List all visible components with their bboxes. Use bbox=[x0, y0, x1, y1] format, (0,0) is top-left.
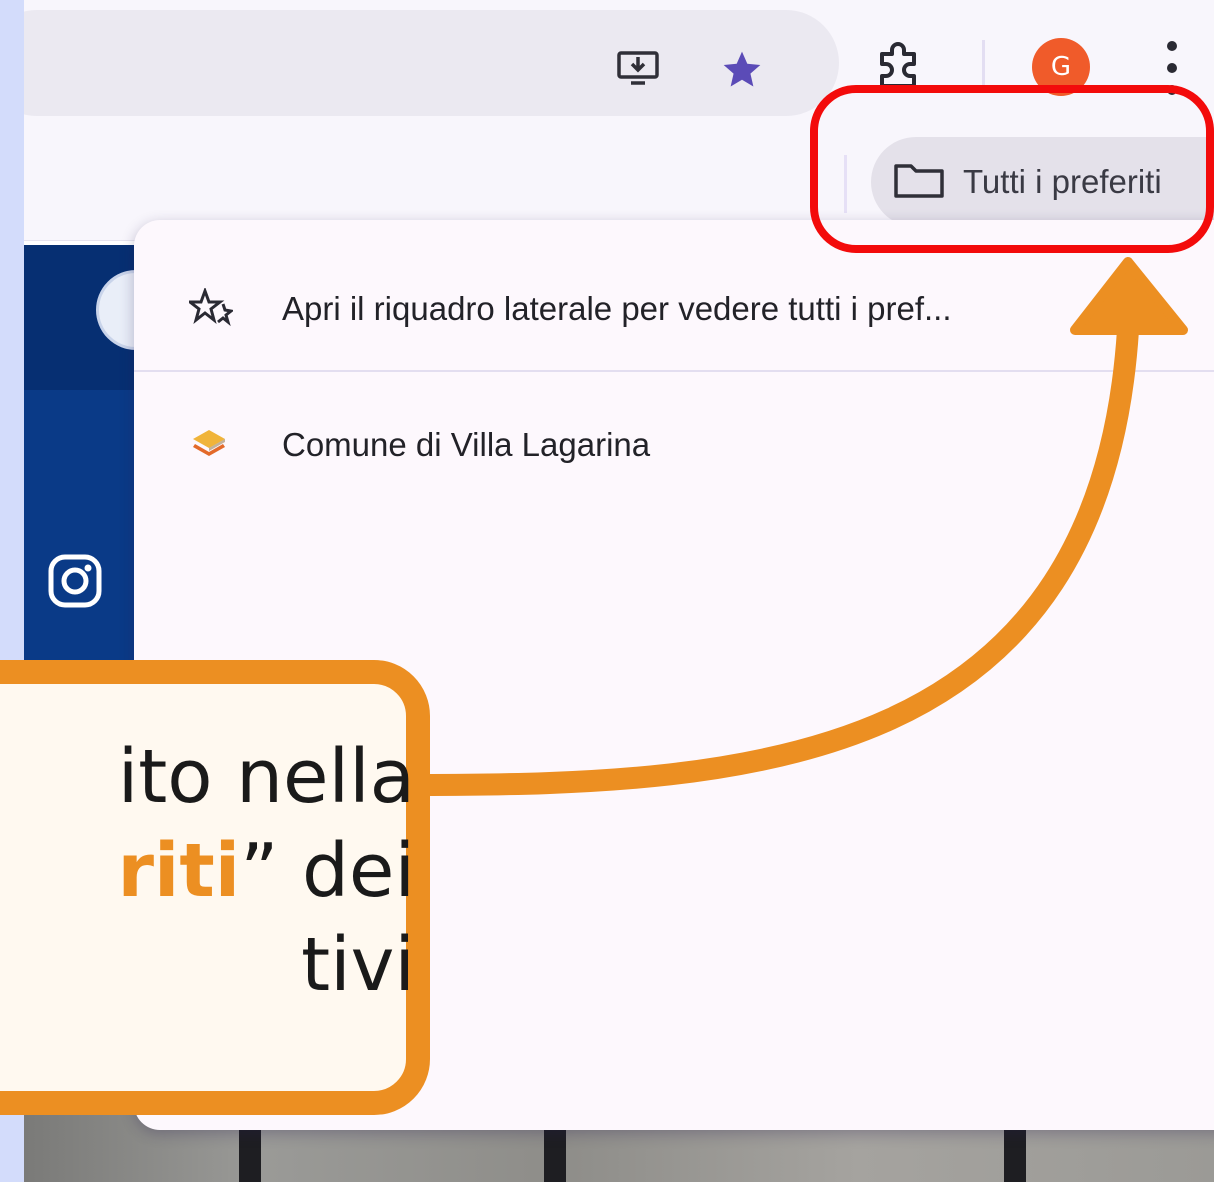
callout-highlight: riti bbox=[117, 828, 241, 914]
callout-line-2-rest: ” dei bbox=[240, 828, 415, 914]
callout-line-2: riti” dei bbox=[0, 824, 415, 918]
callout-line-1: ito nella bbox=[117, 734, 415, 820]
callout-line-3: tivi bbox=[301, 922, 415, 1008]
callout-text: ito nella riti” dei tivi bbox=[0, 730, 415, 1012]
